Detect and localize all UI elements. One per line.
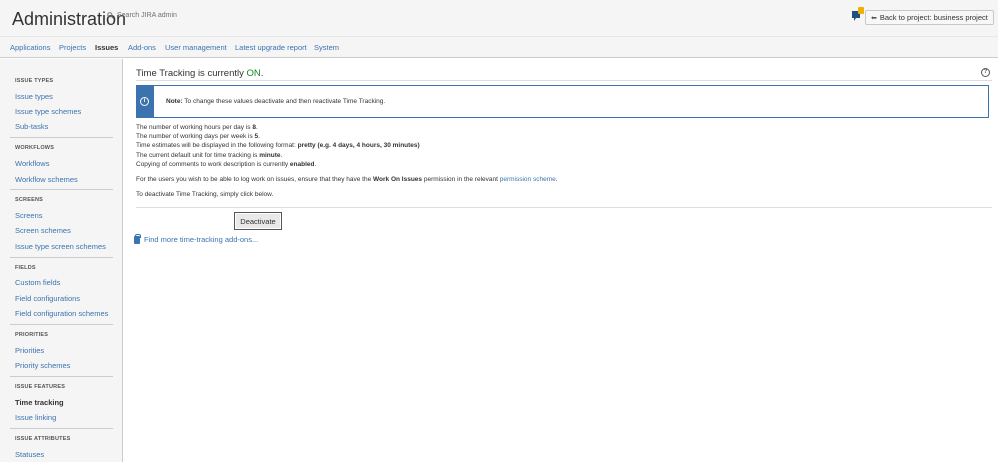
section-priorities: PRIORITIES bbox=[15, 332, 49, 338]
working-hours-line: The number of working hours per day is 8… bbox=[136, 124, 258, 131]
section-fields: FIELDS bbox=[15, 265, 36, 271]
sidebar-item-sub-tasks[interactable]: Sub-tasks bbox=[15, 122, 48, 131]
deactivate-info-line: To deactivate Time Tracking, simply clic… bbox=[136, 191, 274, 198]
hours-value: 8 bbox=[252, 124, 256, 131]
format-line: Time estimates will be displayed in the … bbox=[136, 142, 420, 149]
hours-label: The number of working hours per day is bbox=[136, 124, 253, 131]
sidebar: ISSUE TYPES Issue types Issue type schem… bbox=[0, 59, 123, 462]
note-body: To change these values deactivate and th… bbox=[182, 98, 386, 105]
admin-nav: Applications Projects Issues Add-ons Use… bbox=[0, 36, 998, 58]
default-unit-line: The current default unit for time tracki… bbox=[136, 152, 283, 159]
sidebar-item-field-configurations[interactable]: Field configurations bbox=[15, 294, 80, 303]
sidebar-item-workflow-schemes[interactable]: Workflow schemes bbox=[15, 175, 78, 184]
divider bbox=[10, 137, 113, 138]
sidebar-item-issue-types[interactable]: Issue types bbox=[15, 92, 53, 101]
sidebar-item-screen-schemes[interactable]: Screen schemes bbox=[15, 226, 71, 235]
search-placeholder: Search JIRA admin bbox=[117, 12, 177, 19]
sidebar-item-priority-schemes[interactable]: Priority schemes bbox=[15, 361, 70, 370]
section-issue-features: ISSUE FEATURES bbox=[15, 384, 66, 390]
sidebar-item-field-configuration-schemes[interactable]: Field configuration schemes bbox=[15, 309, 108, 318]
sidebar-item-issue-type-schemes[interactable]: Issue type schemes bbox=[15, 107, 81, 116]
note-text: Note: To change these values deactivate … bbox=[166, 98, 385, 105]
unit-value: minute bbox=[259, 152, 281, 159]
permission-name: Work On Issues bbox=[373, 176, 423, 183]
search-input[interactable]: Search JIRA admin bbox=[107, 12, 177, 19]
addons-link-row[interactable]: Find more time-tracking add-ons... bbox=[134, 233, 258, 244]
copy-value: enabled bbox=[289, 161, 315, 168]
deactivate-button[interactable]: Deactivate bbox=[234, 212, 282, 230]
unit-label: The current default unit for time tracki… bbox=[136, 152, 260, 159]
arrow-left-icon: ⬅ bbox=[871, 14, 877, 22]
sidebar-item-issue-linking[interactable]: Issue linking bbox=[15, 413, 56, 422]
divider bbox=[10, 324, 113, 325]
section-screens: SCREENS bbox=[15, 197, 43, 203]
back-to-project-button[interactable]: ⬅ Back to project: business project bbox=[865, 10, 994, 25]
copy-comments-line: Copying of comments to work description … bbox=[136, 161, 317, 168]
permission-line: For the users you wish to be able to log… bbox=[136, 176, 558, 183]
days-value: 5 bbox=[254, 133, 259, 140]
tab-add-ons[interactable]: Add-ons bbox=[128, 43, 156, 52]
section-issue-types: ISSUE TYPES bbox=[15, 78, 54, 84]
status-on: ON bbox=[246, 68, 261, 79]
divider bbox=[10, 189, 113, 190]
tab-projects[interactable]: Projects bbox=[59, 43, 86, 52]
section-workflows: WORKFLOWS bbox=[15, 145, 55, 151]
sidebar-item-custom-fields[interactable]: Custom fields bbox=[15, 278, 60, 287]
header: Administration Search JIRA admin ⬅ Back … bbox=[0, 0, 998, 36]
divider bbox=[136, 80, 992, 81]
tab-system[interactable]: System bbox=[314, 43, 339, 52]
info-icon: i bbox=[140, 97, 149, 106]
sidebar-item-workflows[interactable]: Workflows bbox=[15, 159, 49, 168]
permission-label: For the users you wish to be able to log… bbox=[136, 176, 374, 183]
permission-mid: permission in the relevant bbox=[422, 176, 500, 183]
sidebar-item-issue-type-screen-schemes[interactable]: Issue type screen schemes bbox=[15, 242, 106, 251]
working-days-line: The number of working days per week is 5… bbox=[136, 133, 260, 140]
sidebar-item-statuses[interactable]: Statuses bbox=[15, 450, 44, 459]
title-prefix: Time Tracking is currently bbox=[136, 68, 247, 79]
sidebar-item-priorities[interactable]: Priorities bbox=[15, 346, 44, 355]
divider bbox=[10, 376, 113, 377]
divider bbox=[136, 207, 992, 208]
title-suffix: . bbox=[260, 68, 264, 79]
tab-latest-upgrade-report[interactable]: Latest upgrade report bbox=[235, 43, 307, 52]
section-issue-attributes: ISSUE ATTRIBUTES bbox=[15, 436, 71, 442]
find-addons-link[interactable]: Find more time-tracking add-ons... bbox=[144, 235, 258, 244]
help-icon[interactable]: ? bbox=[981, 68, 990, 77]
format-label: Time estimates will be displayed in the … bbox=[136, 142, 298, 149]
search-icon bbox=[107, 12, 114, 19]
tab-user-management[interactable]: User management bbox=[165, 43, 227, 52]
main-content: Time Tracking is currently ON. ? i Note:… bbox=[124, 59, 998, 462]
tab-issues[interactable]: Issues bbox=[95, 43, 118, 52]
notification-badge bbox=[858, 7, 864, 14]
divider bbox=[10, 428, 113, 429]
copy-label: Copying of comments to work description … bbox=[136, 161, 290, 168]
back-button-label: Back to project: business project bbox=[879, 13, 988, 22]
note-label: Note: bbox=[166, 98, 183, 105]
time-tracking-title: Time Tracking is currently ON. bbox=[136, 68, 263, 79]
info-message: i Note: To change these values deactivat… bbox=[136, 85, 989, 118]
divider bbox=[10, 257, 113, 258]
sidebar-item-time-tracking[interactable]: Time tracking bbox=[15, 398, 64, 407]
shopping-bag-icon bbox=[134, 233, 141, 244]
sidebar-item-screens[interactable]: Screens bbox=[15, 211, 43, 220]
tab-applications[interactable]: Applications bbox=[10, 43, 50, 52]
permission-scheme-link[interactable]: permission scheme bbox=[500, 176, 556, 183]
format-value: pretty (e.g. 4 days, 4 hours, 30 minutes… bbox=[297, 142, 420, 149]
days-label: The number of working days per week is bbox=[136, 133, 255, 140]
